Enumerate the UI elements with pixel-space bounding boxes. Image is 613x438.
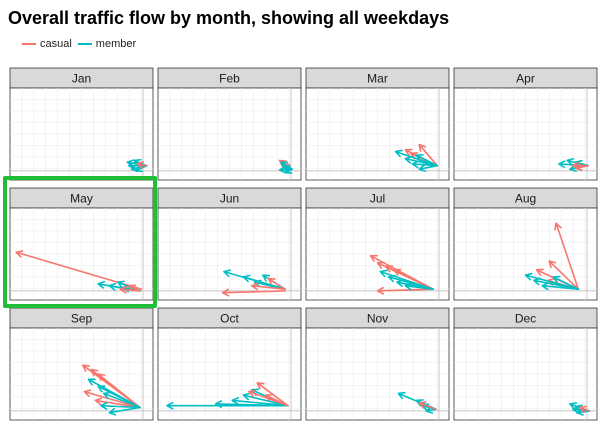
- strip-label-aug: Aug: [515, 192, 536, 206]
- panel-feb: Feb: [157, 67, 302, 181]
- strip-label-dec: Dec: [515, 312, 536, 326]
- panel-dec: Dec: [453, 307, 598, 421]
- panel-mar: Mar: [305, 67, 450, 181]
- panel-nov: Nov: [305, 307, 450, 421]
- panel-jun: Jun: [157, 187, 302, 301]
- strip-label-apr: Apr: [516, 72, 535, 86]
- panel-jan: Jan: [9, 67, 154, 181]
- strip-label-sep: Sep: [71, 312, 93, 326]
- strip-label-nov: Nov: [367, 312, 388, 326]
- panel-jul: Jul: [305, 187, 450, 301]
- strip-label-oct: Oct: [220, 312, 239, 326]
- panel-apr: Apr: [453, 67, 598, 181]
- strip-label-jun: Jun: [220, 192, 239, 206]
- panel-aug: Aug: [453, 187, 598, 301]
- strip-label-jan: Jan: [72, 72, 91, 86]
- strip-label-jul: Jul: [370, 192, 385, 206]
- highlight-frame-may: [3, 176, 157, 308]
- panel-sep: Sep: [9, 307, 154, 421]
- panel-oct: Oct: [157, 307, 302, 421]
- strip-label-mar: Mar: [367, 72, 388, 86]
- strip-label-feb: Feb: [219, 72, 240, 86]
